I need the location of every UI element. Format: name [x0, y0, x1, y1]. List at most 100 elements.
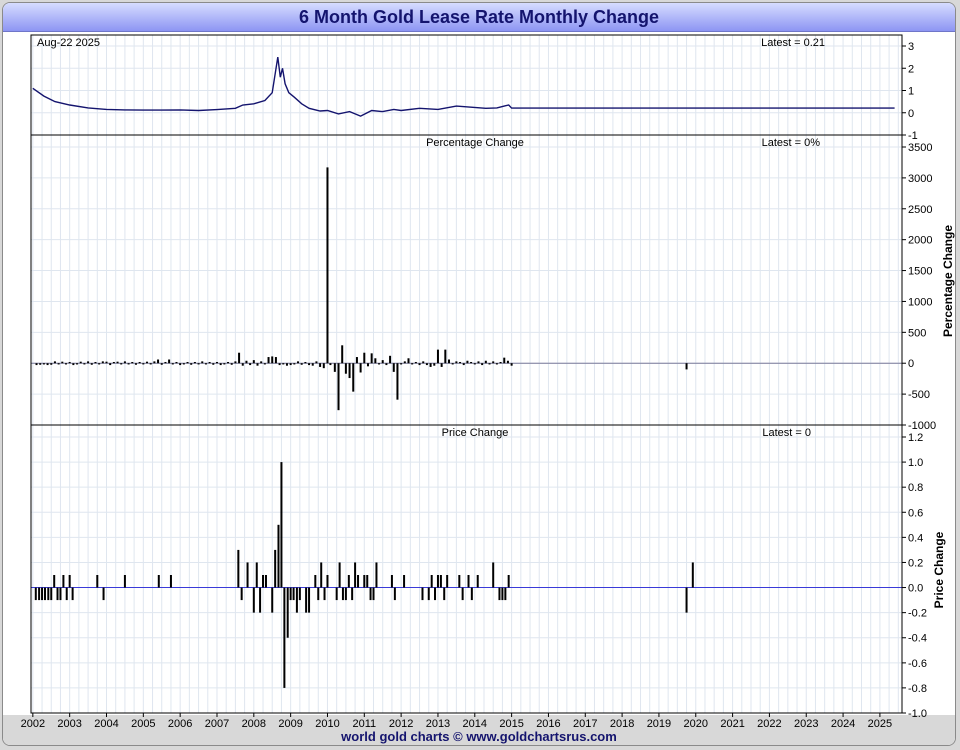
- pct-bar: [204, 363, 207, 365]
- price-bar: [71, 587, 74, 601]
- x-tick-label: 2009: [278, 718, 302, 730]
- pct-bar: [160, 363, 163, 365]
- rate-ytick-label: 1: [908, 86, 914, 98]
- pct-bar: [234, 361, 237, 364]
- price-ytick-label: 0.2: [908, 557, 923, 569]
- price-bar: [157, 575, 160, 588]
- pct-bar: [53, 361, 56, 364]
- pct-bar: [256, 363, 259, 366]
- pct-bar: [499, 361, 502, 364]
- price-bar: [691, 562, 694, 588]
- pct-bar: [510, 363, 513, 366]
- pct-bar: [344, 363, 347, 374]
- price-bar: [436, 575, 439, 588]
- pct-bar: [57, 363, 60, 365]
- x-tick-label: 2013: [426, 718, 450, 730]
- pct-bar: [157, 359, 160, 364]
- price-bar: [476, 575, 479, 588]
- price-bar: [443, 587, 446, 601]
- price-ytick-label: 0.4: [908, 532, 923, 544]
- pct-bar: [411, 363, 414, 365]
- pct-bar: [444, 349, 447, 364]
- pct-bar: [392, 363, 395, 372]
- pct-ytick-label: 2500: [908, 204, 932, 216]
- pct-bar: [112, 361, 115, 364]
- pct-bar: [186, 361, 189, 364]
- rate-ytick-label: 0: [908, 108, 914, 120]
- pct-bar: [64, 363, 67, 365]
- pct-y-axis-title: Percentage Change: [941, 225, 955, 337]
- price-ytick-label: -0.4: [908, 633, 927, 645]
- price-bar: [123, 575, 126, 588]
- rate-ytick-label: -1: [908, 130, 918, 142]
- x-tick-label: 2021: [720, 718, 744, 730]
- pct-bar: [466, 360, 469, 364]
- x-tick-label: 2011: [352, 718, 376, 730]
- pct-bar: [267, 357, 270, 364]
- price-bar: [458, 575, 461, 588]
- pct-bar: [300, 363, 303, 365]
- pct-bar: [123, 361, 126, 364]
- pct-bar: [495, 363, 498, 365]
- x-tick-label: 2003: [57, 718, 81, 730]
- x-tick-label: 2022: [757, 718, 781, 730]
- pct-bar: [407, 358, 410, 364]
- pct-bar: [429, 363, 432, 367]
- pct-latest-label: Latest = 0%: [762, 137, 821, 149]
- pct-bar: [249, 363, 252, 366]
- price-bar: [277, 524, 280, 588]
- pct-bar: [109, 363, 112, 366]
- price-bar: [338, 562, 341, 588]
- pct-ytick-label: 2000: [908, 235, 932, 247]
- x-tick-label: 2004: [94, 718, 118, 730]
- x-tick-label: 2007: [205, 718, 229, 730]
- price-bar: [347, 575, 350, 588]
- pct-bar: [134, 363, 137, 365]
- price-bar: [372, 587, 375, 601]
- price-bar: [280, 462, 283, 588]
- pct-bar: [116, 361, 119, 364]
- price-bar: [264, 575, 267, 588]
- price-bar: [53, 575, 56, 588]
- pct-bar: [46, 363, 49, 366]
- price-bar: [298, 587, 301, 601]
- pct-bar: [363, 352, 366, 364]
- x-tick-label: 2016: [536, 718, 560, 730]
- price-bar: [366, 575, 369, 588]
- pct-bar: [201, 361, 204, 364]
- pct-bar: [171, 363, 174, 365]
- price-bar: [65, 587, 68, 601]
- price-bar: [461, 587, 464, 601]
- price-bar: [271, 587, 274, 613]
- price-bar: [274, 549, 277, 588]
- price-ytick-label: 0.0: [908, 583, 923, 595]
- price-bar: [504, 587, 507, 601]
- pct-bar: [385, 363, 388, 366]
- price-bar: [685, 587, 688, 613]
- pct-bar: [127, 363, 130, 365]
- pct-ytick-label: -500: [908, 389, 930, 401]
- pct-bar: [329, 363, 332, 366]
- pct-bar: [311, 363, 314, 366]
- pct-bar: [308, 363, 311, 366]
- price-ytick-label: 1.0: [908, 457, 923, 469]
- price-bar: [259, 587, 262, 613]
- pct-bar: [418, 363, 421, 366]
- pct-bar: [35, 363, 38, 366]
- pct-bar: [72, 363, 75, 366]
- pct-bar: [282, 363, 285, 365]
- pct-bar: [459, 361, 462, 364]
- chart-frame: 6 Month Gold Lease Rate Monthly Change w…: [2, 2, 956, 746]
- pct-bar: [414, 361, 417, 364]
- pct-bar: [260, 361, 263, 364]
- price-bar: [421, 587, 424, 601]
- price-bar: [430, 575, 433, 588]
- pct-bar: [315, 361, 318, 364]
- pct-bar: [433, 363, 436, 366]
- pct-bar: [506, 360, 509, 364]
- price-bar: [34, 587, 37, 601]
- pct-bar: [39, 363, 42, 365]
- pct-bar: [76, 363, 79, 365]
- pct-bar: [238, 352, 241, 364]
- price-bar: [467, 575, 470, 588]
